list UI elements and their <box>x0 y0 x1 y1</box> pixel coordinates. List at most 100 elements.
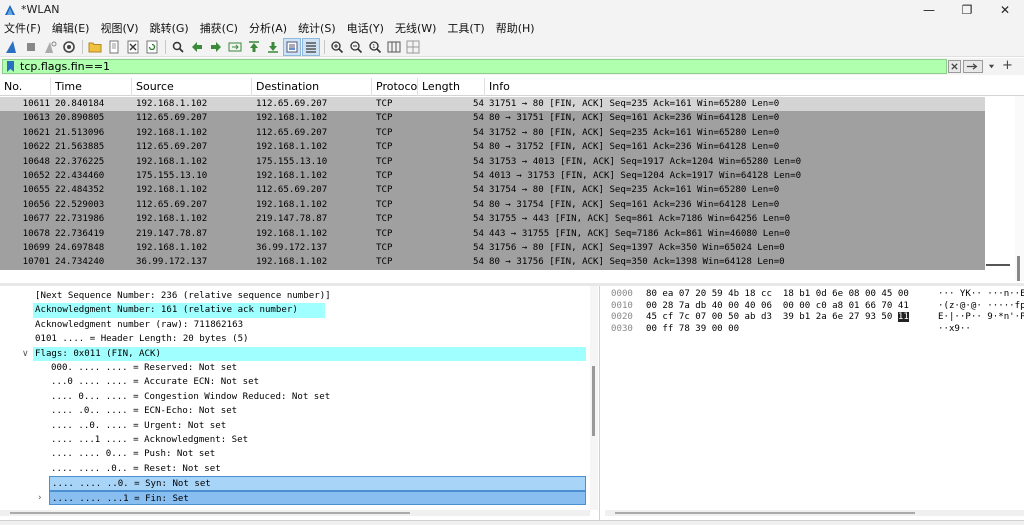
column-header-length[interactable]: Length <box>418 78 485 96</box>
layout-button[interactable] <box>404 38 422 56</box>
scrollbar-thumb[interactable] <box>592 366 595 436</box>
stop-capture-button[interactable] <box>22 38 40 56</box>
column-header-time[interactable]: Time <box>51 78 132 96</box>
find-packet-button[interactable] <box>169 38 187 56</box>
start-capture-button[interactable] <box>3 38 21 56</box>
byte-ascii[interactable]: ·(z·@·@· ·····fpA <box>938 301 1024 313</box>
byte-ascii[interactable]: ··· YK·· ···n··E· <box>938 289 1024 301</box>
detail-tree-item[interactable]: .... ..0. .... = Urgent: Not set <box>49 419 226 433</box>
detail-tree-item[interactable]: .... ...1 .... = Acknowledgment: Set <box>49 433 248 447</box>
clear-filter-button[interactable] <box>948 60 961 73</box>
details-horizontal-scrollbar[interactable] <box>0 510 590 516</box>
cell-source: 219.147.78.87 <box>136 228 208 239</box>
bytes-horizontal-scrollbar[interactable] <box>605 510 1024 516</box>
packet-row[interactable]: 10611 20.840184 192.168.1.102 112.65.69.207… <box>0 97 985 112</box>
restart-capture-button[interactable] <box>41 38 59 56</box>
column-header-info[interactable]: Info <box>485 78 1024 96</box>
detail-tree-item[interactable]: [Next Sequence Number: 236 (relative seq… <box>33 289 331 303</box>
add-filter-button[interactable]: + <box>1002 58 1013 73</box>
scrollbar-thumb[interactable] <box>1017 256 1020 281</box>
chevron-right-icon[interactable]: › <box>38 491 42 505</box>
detail-tree-item[interactable]: .... .... ...1 = Fin: Set <box>49 490 586 505</box>
filter-history-dropdown[interactable] <box>985 60 997 73</box>
menu-capture[interactable]: 捕获(C) <box>200 20 238 36</box>
detail-tree-item[interactable]: 000. .... .... = Reserved: Not set <box>49 361 237 375</box>
menu-edit[interactable]: 编辑(E) <box>52 20 90 36</box>
display-filter-field[interactable] <box>2 59 947 74</box>
open-file-button[interactable] <box>86 38 104 56</box>
byte-hex[interactable]: 45 cf 7c 07 00 50 ab d3 39 b1 2a 6e 27 9… <box>646 312 909 324</box>
packet-row[interactable]: 10701 24.734240 36.99.172.137 192.168.1.102… <box>0 255 985 270</box>
menu-file[interactable]: 文件(F) <box>4 20 41 36</box>
last-packet-button[interactable] <box>264 38 282 56</box>
detail-tree-item[interactable]: .... .... ..0. = Syn: Not set <box>49 476 586 491</box>
column-header-destination[interactable]: Destination <box>252 78 372 96</box>
detail-tree-item[interactable]: Acknowledgment number (raw): 711862163 <box>33 318 243 332</box>
menu-tools[interactable]: 工具(T) <box>447 20 484 36</box>
byte-hex[interactable]: 80 ea 07 20 59 4b 18 cc 18 b1 0d 6e 08 0… <box>646 289 909 301</box>
detail-tree-item[interactable]: Flags: 0x011 (FIN, ACK) <box>33 346 586 361</box>
close-button[interactable]: ✕ <box>986 0 1024 19</box>
byte-hex[interactable]: 00 28 7a db 40 00 40 06 00 00 c0 a8 01 6… <box>646 301 909 313</box>
minimize-button[interactable]: — <box>910 0 948 19</box>
colorize-button[interactable] <box>302 37 320 56</box>
zoom-out-button[interactable] <box>347 38 365 56</box>
packet-row[interactable]: 10677 22.731986 192.168.1.102 219.147.78.87… <box>0 212 985 227</box>
menu-wireless[interactable]: 无线(W) <box>395 20 436 36</box>
save-file-button[interactable] <box>105 38 123 56</box>
auto-scroll-button[interactable] <box>283 37 301 56</box>
close-file-button[interactable] <box>124 38 142 56</box>
detail-tree-item[interactable]: .... 0... .... = Congestion Window Reduc… <box>49 390 330 404</box>
packet-row[interactable]: 10656 22.529003 112.65.69.207 192.168.1.102… <box>0 197 985 213</box>
bookmark-icon[interactable] <box>5 61 16 72</box>
packet-row[interactable]: 10678 22.736419 219.147.78.87 192.168.1.102… <box>0 226 985 241</box>
byte-ascii[interactable]: ··x9·· <box>938 324 971 336</box>
menu-help[interactable]: 帮助(H) <box>496 20 535 36</box>
display-filter-bar: + <box>0 58 1024 75</box>
maximize-button[interactable]: ❐ <box>948 0 986 19</box>
menu-view[interactable]: 视图(V) <box>100 20 138 36</box>
scrollbar-thumb[interactable] <box>10 512 410 514</box>
cell-time: 20.840184 <box>55 99 105 109</box>
packet-row[interactable]: 10648 22.376225 192.168.1.102 175.155.13.10… <box>0 154 985 169</box>
packet-row[interactable]: 10655 22.484352 192.168.1.102 112.65.69.207… <box>0 183 985 198</box>
packet-row[interactable]: 10622 21.563885 112.65.69.207 192.168.1.102… <box>0 140 985 155</box>
capture-options-button[interactable] <box>60 38 78 56</box>
packet-minimap[interactable] <box>986 96 1014 281</box>
packet-row[interactable]: 10621 21.513096 192.168.1.102 112.65.69.207… <box>0 125 985 141</box>
byte-ascii[interactable]: E·|··P·· 9·*n'·P· <box>938 312 1024 324</box>
detail-tree-item[interactable]: .... .0.. .... = ECN-Echo: Not set <box>49 404 237 418</box>
menu-telephony[interactable]: 电话(Y) <box>347 20 384 36</box>
details-scrollbar[interactable] <box>590 286 598 510</box>
zoom-in-button[interactable] <box>328 38 346 56</box>
resize-columns-button[interactable] <box>385 38 403 56</box>
packet-list-scrollbar[interactable] <box>1015 96 1024 281</box>
first-packet-button[interactable] <box>245 38 263 56</box>
detail-tree-item[interactable]: ...0 .... .... = Accurate ECN: Not set <box>49 375 259 389</box>
packet-row[interactable]: 10699 24.697848 192.168.1.102 36.99.172.137… <box>0 241 985 256</box>
apply-filter-button[interactable] <box>963 60 983 73</box>
detail-tree-item[interactable]: .... .... .0.. = Reset: Not set <box>49 462 221 476</box>
go-back-button[interactable] <box>188 38 206 56</box>
go-to-packet-button[interactable] <box>226 38 244 56</box>
packet-row[interactable]: 10613 20.890805 112.65.69.207 192.168.1.102… <box>0 111 985 126</box>
cell-info: 443 → 31755 [FIN, ACK] Seq=7186 Ack=861 … <box>489 228 791 239</box>
normal-size-button[interactable]: 1 <box>366 38 384 56</box>
chevron-down-icon[interactable]: ∨ <box>22 347 29 361</box>
go-forward-button[interactable] <box>207 38 225 56</box>
column-header-protocol[interactable]: Protoco <box>372 78 418 96</box>
byte-hex[interactable]: 00 ff 78 39 00 00 <box>646 324 739 336</box>
detail-tree-item[interactable]: .... .... 0... = Push: Not set <box>49 447 215 461</box>
packet-row[interactable]: 10652 22.434460 175.155.13.10 192.168.1.102… <box>0 169 985 184</box>
menu-statistics[interactable]: 统计(S) <box>298 20 336 36</box>
reload-file-button[interactable] <box>143 38 161 56</box>
menu-go[interactable]: 跳转(G) <box>150 20 189 36</box>
detail-tree-item[interactable]: Acknowledgment Number: 161 (relative ack… <box>33 303 325 318</box>
detail-tree-item[interactable]: 0101 .... = Header Length: 20 bytes (5) <box>33 332 249 346</box>
selected-byte[interactable]: 11 <box>897 312 909 323</box>
column-header-source[interactable]: Source <box>132 78 252 96</box>
scrollbar-thumb[interactable] <box>615 512 915 514</box>
menu-analyze[interactable]: 分析(A) <box>249 20 287 36</box>
display-filter-input[interactable] <box>20 60 820 73</box>
column-header-no[interactable]: No. <box>0 78 51 96</box>
